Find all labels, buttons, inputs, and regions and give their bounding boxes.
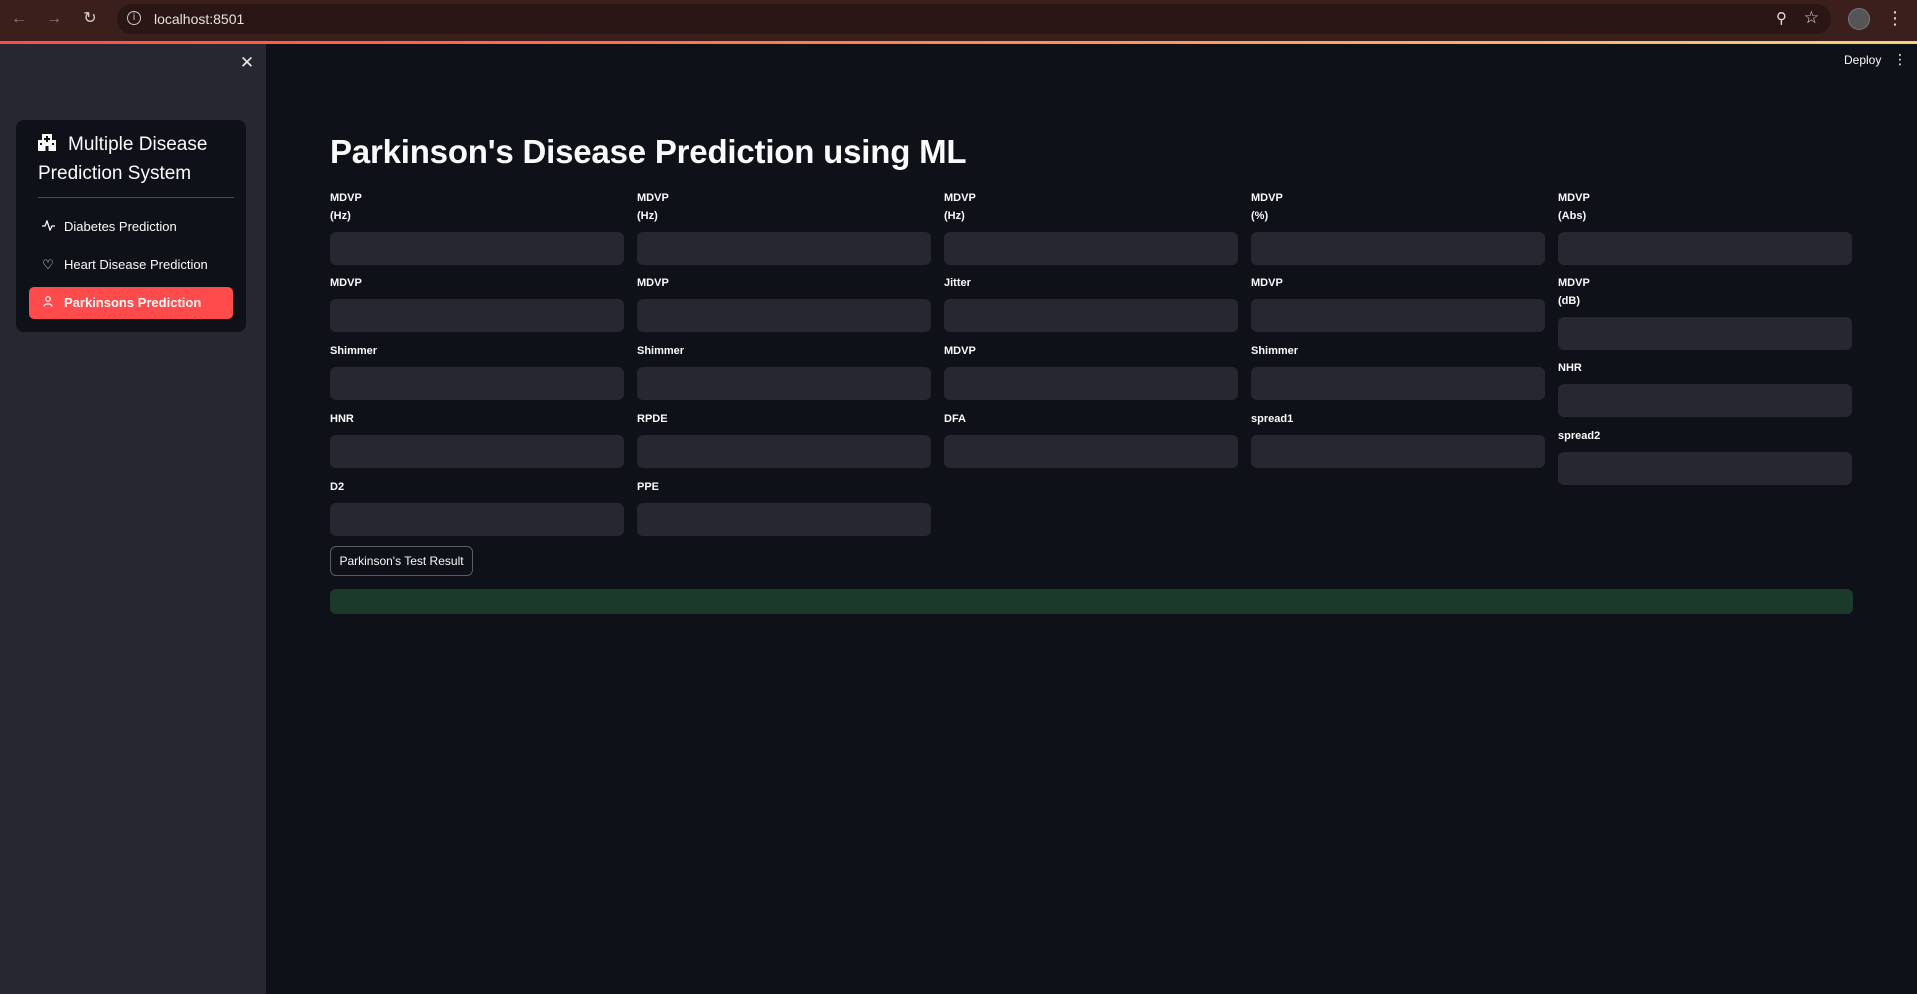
profile-avatar[interactable] xyxy=(1848,8,1870,30)
ppe-input[interactable] xyxy=(637,503,931,536)
mdvp-shimmer-input[interactable] xyxy=(1251,299,1545,332)
field-nhr: NHR xyxy=(1558,359,1852,417)
dfa-input[interactable] xyxy=(944,435,1238,468)
field-shimmer-dda: Shimmer xyxy=(1251,342,1545,400)
menu-divider xyxy=(38,197,234,198)
spread1-input[interactable] xyxy=(1251,435,1545,468)
field-label: MDVP (Hz) xyxy=(330,192,362,222)
sidebar: ✕ Multiple Disease Prediction System Dia… xyxy=(0,44,266,994)
sidebar-item-diabetes[interactable]: Diabetes Prediction xyxy=(29,211,233,243)
field-label: MDVP (Abs) xyxy=(1558,192,1590,222)
field-label: MDVP xyxy=(944,345,976,357)
field-ppe: PPE xyxy=(637,478,931,536)
field-mdvp-fo-hz: MDVP (Hz) xyxy=(330,189,624,265)
parkinsons-test-result-button[interactable]: Parkinson's Test Result xyxy=(330,546,473,576)
sidebar-item-label: Parkinsons Prediction xyxy=(64,295,202,310)
mdvp-apq-input[interactable] xyxy=(944,367,1238,400)
field-jitter-ddp: Jitter xyxy=(944,274,1238,332)
sidebar-item-label: Diabetes Prediction xyxy=(64,219,177,234)
jitter-ddp-input[interactable] xyxy=(944,299,1238,332)
mdvp-flo-hz-input[interactable] xyxy=(944,232,1238,265)
field-label: NHR xyxy=(1558,362,1582,374)
field-label: PPE xyxy=(637,481,660,493)
person-icon xyxy=(41,288,55,320)
spread2-input[interactable] xyxy=(1558,452,1852,485)
sidebar-item-label: Heart Disease Prediction xyxy=(64,257,208,272)
mdvp-fhi-hz-input[interactable] xyxy=(637,232,931,265)
field-label: Shimmer xyxy=(330,345,378,357)
heart-icon: ♡ xyxy=(42,258,54,273)
field-shimmer-apq3: Shimmer xyxy=(330,342,624,400)
field-hnr: HNR xyxy=(330,410,624,468)
option-menu: Multiple Disease Prediction System Diabe… xyxy=(16,120,246,332)
field-spread2: spread2 xyxy=(1558,427,1852,485)
back-icon[interactable]: ← xyxy=(8,8,30,30)
sidebar-item-heart-disease[interactable]: ♡ Heart Disease Prediction xyxy=(29,249,233,281)
field-label: spread2 xyxy=(1558,430,1601,442)
field-mdvp-apq: MDVP xyxy=(944,342,1238,400)
main-menu-icon[interactable]: ⋮ xyxy=(1893,51,1907,68)
field-label: MDVP xyxy=(1251,277,1283,289)
field-mdvp-fhi-hz: MDVP (Hz) xyxy=(637,189,931,265)
field-label: MDVP (%) xyxy=(1251,192,1283,222)
result-success-alert xyxy=(330,589,1853,614)
field-label: MDVP (Hz) xyxy=(944,192,976,222)
field-label: Shimmer xyxy=(637,345,685,357)
field-label: RPDE xyxy=(637,413,668,425)
field-rpde: RPDE xyxy=(637,410,931,468)
field-label: MDVP (dB) xyxy=(1558,277,1590,307)
address-bar[interactable]: i localhost:8501 ⚲ ☆ xyxy=(117,4,1831,34)
field-label: MDVP xyxy=(637,277,669,289)
field-label: spread1 xyxy=(1251,413,1294,425)
mdvp-shimmer-db-input[interactable] xyxy=(1558,317,1852,350)
loading-indicator-line xyxy=(0,41,1917,44)
reload-icon[interactable]: ↻ xyxy=(79,8,101,30)
page-title: Parkinson's Disease Prediction using ML xyxy=(330,133,967,170)
activity-icon xyxy=(41,212,55,244)
sidebar-item-parkinsons[interactable]: Parkinsons Prediction xyxy=(29,287,233,319)
field-mdvp-flo-hz: MDVP (Hz) xyxy=(944,189,1238,265)
menu-title: Multiple Disease Prediction System xyxy=(38,130,234,188)
field-label: DFA xyxy=(944,413,966,425)
close-sidebar-icon[interactable]: ✕ xyxy=(238,54,256,72)
hnr-input[interactable] xyxy=(330,435,624,468)
shimmer-apq5-input[interactable] xyxy=(637,367,931,400)
field-mdvp-shimmer: MDVP xyxy=(1251,274,1545,332)
url-text[interactable]: localhost:8501 xyxy=(154,11,244,27)
zoom-icon[interactable]: ⚲ xyxy=(1776,9,1787,27)
mdvp-rap-input[interactable] xyxy=(330,299,624,332)
field-label: MDVP (Hz) xyxy=(637,192,669,222)
field-mdvp-shimmer-db: MDVP (dB) xyxy=(1558,274,1852,350)
field-dfa: DFA xyxy=(944,410,1238,468)
shimmer-apq3-input[interactable] xyxy=(330,367,624,400)
field-label: D2 xyxy=(330,481,345,493)
shimmer-dda-input[interactable] xyxy=(1251,367,1545,400)
field-spread1: spread1 xyxy=(1251,410,1545,468)
field-d2: D2 xyxy=(330,478,624,536)
field-label: Jitter xyxy=(944,277,971,289)
bookmark-star-icon[interactable]: ☆ xyxy=(1804,8,1819,28)
d2-input[interactable] xyxy=(330,503,624,536)
menu-title-text: Multiple Disease Prediction System xyxy=(38,134,208,184)
hospital-icon xyxy=(38,131,56,151)
browser-menu-icon[interactable]: ⋮ xyxy=(1886,6,1904,30)
deploy-button[interactable]: Deploy xyxy=(1844,53,1881,67)
field-label: Shimmer xyxy=(1251,345,1299,357)
mdvp-jitter-percent-input[interactable] xyxy=(1251,232,1545,265)
field-mdvp-ppq: MDVP xyxy=(637,274,931,332)
rpde-input[interactable] xyxy=(637,435,931,468)
mdvp-fo-hz-input[interactable] xyxy=(330,232,624,265)
field-shimmer-apq5: Shimmer xyxy=(637,342,931,400)
forward-icon[interactable]: → xyxy=(43,8,65,30)
field-mdvp-jitter-percent: MDVP (%) xyxy=(1251,189,1545,265)
field-mdvp-jitter-abs: MDVP (Abs) xyxy=(1558,189,1852,265)
mdvp-jitter-abs-input[interactable] xyxy=(1558,232,1852,265)
nhr-input[interactable] xyxy=(1558,384,1852,417)
mdvp-ppq-input[interactable] xyxy=(637,299,931,332)
field-mdvp-jitter-rap: MDVP xyxy=(330,274,624,332)
site-info-icon[interactable]: i xyxy=(127,11,141,25)
browser-toolbar: ← → ↻ i localhost:8501 ⚲ ☆ ⋮ xyxy=(0,0,1917,41)
field-label: MDVP xyxy=(330,277,362,289)
field-label: HNR xyxy=(330,413,354,425)
